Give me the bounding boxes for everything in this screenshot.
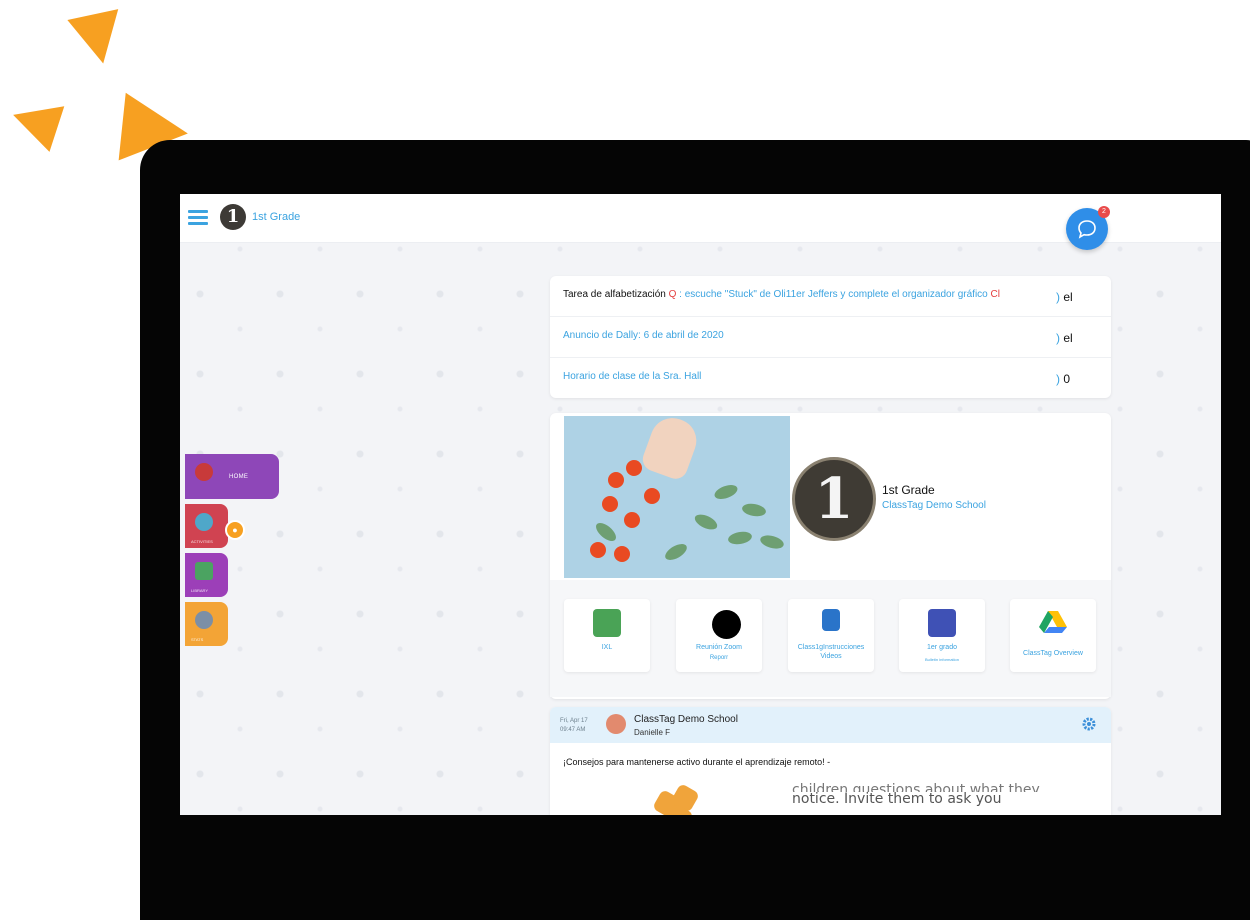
bulletin-icon: [928, 609, 956, 637]
video-files-icon: [822, 609, 840, 631]
class-cover-photo: [564, 416, 790, 578]
top-bar: 1 1st Grade: [180, 194, 1221, 243]
resource-tile-videos[interactable]: Class1gInstrucciones Videos: [788, 599, 874, 672]
announcements-card: Tarea de alfabetización Q : escuche "Stu…: [550, 276, 1111, 398]
class-name[interactable]: 1st Grade: [252, 211, 300, 223]
gear-icon[interactable]: [1082, 717, 1096, 731]
post-date: Fri, Apr 17: [560, 718, 588, 724]
post-body: ¡Consejos para mantenerse activo durante…: [563, 757, 831, 767]
resource-tile-bulletin[interactable]: 1er grado Bulletin information: [899, 599, 985, 672]
chat-button[interactable]: 2: [1066, 206, 1110, 250]
announcement-title: Tarea de alfabetización Q : escuche "Stu…: [563, 289, 1000, 300]
class-avatar-large: 1: [792, 457, 876, 541]
nav-stats[interactable]: STATS: [185, 602, 228, 646]
stats-globe-icon: [195, 611, 213, 629]
home-icon: [195, 463, 213, 481]
class-card: 1 1st Grade ClassTag Demo School IXL Reu…: [550, 413, 1111, 699]
tile-label: 1er grado: [927, 644, 957, 651]
google-drive-icon: [1039, 609, 1067, 637]
resource-tile-ixl[interactable]: IXL: [564, 599, 650, 672]
globe-icon: [195, 513, 213, 531]
chat-notification-badge: 2: [1098, 206, 1110, 218]
tile-label: Class1gInstrucciones Videos: [797, 644, 865, 660]
post-card: Fri, Apr 17 09:47 AM ClassTag Demo Schoo…: [550, 707, 1111, 815]
announcement-title: Horario de clase de la Sra. Hall: [563, 371, 702, 382]
post-timestamp: Fri, Apr 17 09:47 AM: [560, 717, 588, 735]
post-time: 09:47 AM: [560, 727, 586, 733]
announcement-text-part: Cl: [990, 289, 1000, 300]
decorative-triangle: [67, 9, 129, 69]
comment-count: ) 0: [1056, 372, 1070, 386]
tile-label: ClassTag Overview: [1023, 650, 1083, 657]
announcement-row[interactable]: Tarea de alfabetización Q : escuche "Stu…: [550, 276, 1111, 317]
class-school[interactable]: ClassTag Demo School: [882, 500, 986, 511]
nav-library-label: LIBRARY: [191, 588, 209, 593]
post-author: Danielle F: [634, 728, 671, 737]
class-avatar[interactable]: 1: [220, 204, 246, 230]
count-value: el: [1060, 290, 1073, 304]
nav-home-label: HOME: [229, 474, 249, 480]
count-value: el: [1060, 331, 1073, 345]
library-icon: [195, 562, 213, 580]
bell-icon: ●: [225, 520, 245, 540]
resource-tiles: IXL Reunión Zoom Reporr Class1gInstrucci…: [550, 580, 1111, 697]
announcement-text-part: : escuche "Stuck" de Oli11er Jeffers y c…: [676, 289, 991, 300]
tile-sublabel: Bulletin information: [924, 657, 960, 662]
post-school[interactable]: ClassTag Demo School: [634, 714, 738, 725]
chat-bubble-icon: [1078, 220, 1096, 239]
post-header: Fri, Apr 17 09:47 AM ClassTag Demo Schoo…: [550, 707, 1111, 743]
nav-stats-label: STATS: [191, 637, 204, 642]
app-screen: 1 1st Grade 2 HOME ACTIVITIES ● LIBRARY …: [180, 194, 1221, 815]
ixl-icon: [593, 609, 621, 637]
nav-activities-label: ACTIVITIES: [191, 539, 213, 544]
tile-label: Reunión Zoom: [696, 644, 742, 651]
post-image-text: children questions about what they notic…: [792, 783, 1040, 806]
comment-count: ) el: [1056, 290, 1073, 304]
post-image-line: notice. Invite them to ask you: [792, 791, 1002, 807]
class-title[interactable]: 1st Grade: [882, 483, 935, 497]
decorative-triangle: [5, 92, 65, 152]
nav-library[interactable]: LIBRARY: [185, 553, 228, 597]
announcement-title: Anuncio de Dally: 6 de abril de 2020: [563, 330, 724, 341]
announcement-row[interactable]: Horario de clase de la Sra. Hall ) 0: [550, 358, 1111, 398]
menu-icon[interactable]: [188, 210, 208, 226]
cursor-dot: [712, 610, 741, 639]
resource-tile-overview[interactable]: ClassTag Overview: [1010, 599, 1096, 672]
school-icon: [606, 714, 626, 734]
nav-activities[interactable]: ACTIVITIES ●: [185, 504, 245, 548]
count-value: 0: [1060, 372, 1071, 386]
post-image: [650, 782, 710, 815]
tile-sublabel: Reporr: [709, 655, 729, 661]
announcement-text-part: Tarea de alfabetización: [563, 289, 669, 300]
nav-home[interactable]: HOME: [185, 454, 279, 499]
comment-count: ) el: [1056, 331, 1073, 345]
announcement-row[interactable]: Anuncio de Dally: 6 de abril de 2020 ) e…: [550, 317, 1111, 358]
tile-label: IXL: [601, 644, 613, 651]
